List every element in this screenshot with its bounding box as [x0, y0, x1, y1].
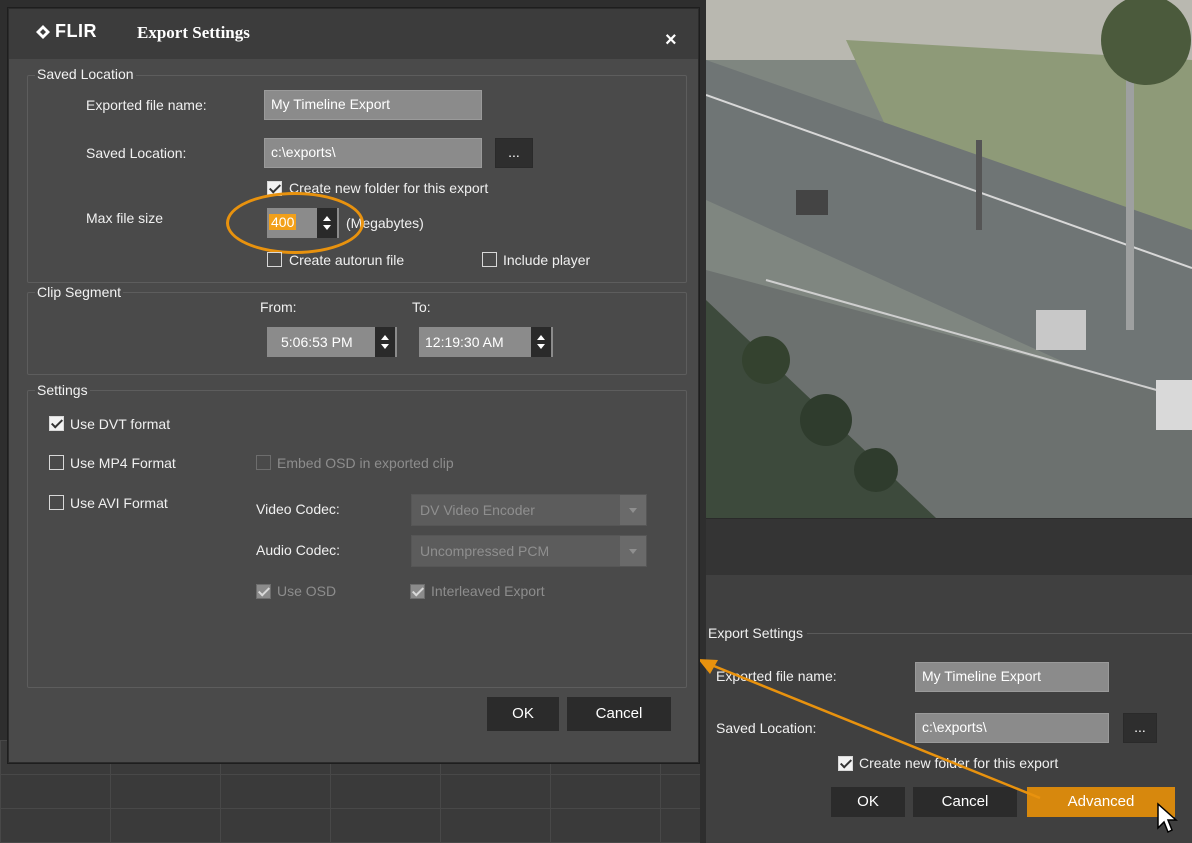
create-autorun-checkbox[interactable]: [267, 252, 282, 267]
dialog-title: Export Settings: [137, 23, 250, 42]
saved-location-label: Saved Location:: [86, 145, 187, 161]
use-avi-checkbox[interactable]: [49, 495, 64, 510]
simple-browse-button[interactable]: ...: [1123, 713, 1157, 743]
video-codec-label: Video Codec:: [256, 501, 340, 517]
video-codec-dropdown[interactable]: DV Video Encoder: [411, 494, 647, 526]
flir-logo: FLIR: [35, 21, 97, 42]
panel-header-bar: [706, 518, 1192, 575]
annotation-arrow-icon: [698, 659, 1041, 800]
from-time-value[interactable]: 5:06:53 PM: [281, 334, 353, 350]
from-label: From:: [260, 299, 297, 315]
include-player-checkbox[interactable]: [482, 252, 497, 267]
spinner-down-icon[interactable]: [381, 344, 389, 349]
use-mp4-checkbox[interactable]: [49, 455, 64, 470]
ok-button[interactable]: OK: [487, 697, 559, 731]
camera-video-feed: [706, 0, 1192, 518]
use-mp4-label: Use MP4 Format: [70, 455, 176, 471]
audio-codec-dropdown[interactable]: Uncompressed PCM: [411, 535, 647, 567]
flir-logo-text: FLIR: [55, 21, 97, 41]
from-time-spinner[interactable]: 5:06:53 PM: [267, 327, 397, 357]
use-osd-label: Use OSD: [277, 583, 337, 599]
interleaved-export-label: Interleaved Export: [431, 583, 545, 599]
browse-button[interactable]: ...: [495, 138, 533, 168]
dropdown-arrow-icon[interactable]: [620, 536, 646, 566]
to-time-spin-buttons[interactable]: [531, 327, 551, 357]
spinner-down-icon[interactable]: [537, 344, 545, 349]
file-name-input[interactable]: My Timeline Export: [264, 90, 482, 120]
to-time-spinner[interactable]: 12:19:30 AM: [419, 327, 553, 357]
from-time-spin-buttons[interactable]: [375, 327, 395, 357]
use-osd-checkbox[interactable]: [256, 584, 271, 599]
clip-segment-legend: Clip Segment: [35, 284, 124, 300]
camera-scene-image: [706, 0, 1192, 518]
saved-location-legend: Saved Location: [35, 66, 136, 82]
create-autorun-label: Create autorun file: [289, 252, 405, 268]
dropdown-arrow-icon[interactable]: [620, 495, 646, 525]
include-player-label: Include player: [503, 252, 591, 268]
mouse-cursor-icon: [1157, 802, 1178, 834]
to-label: To:: [412, 299, 431, 315]
audio-codec-value: Uncompressed PCM: [420, 543, 550, 559]
interleaved-export-checkbox[interactable]: [410, 584, 425, 599]
cancel-button[interactable]: Cancel: [567, 697, 671, 731]
settings-legend: Settings: [35, 382, 90, 398]
spinner-up-icon[interactable]: [537, 335, 545, 340]
use-dvt-label: Use DVT format: [70, 416, 171, 432]
use-dvt-checkbox[interactable]: [49, 416, 64, 431]
spinner-up-icon[interactable]: [381, 335, 389, 340]
annotation-highlight-ring: [226, 192, 364, 254]
embed-osd-label: Embed OSD in exported clip: [277, 455, 454, 471]
use-avi-label: Use AVI Format: [70, 495, 168, 511]
saved-location-input[interactable]: c:\exports\: [264, 138, 482, 168]
export-settings-dialog: FLIR Export Settings × Saved Location Ex…: [8, 8, 699, 763]
close-icon[interactable]: ×: [665, 29, 677, 52]
dialog-titlebar: [9, 9, 698, 59]
simple-panel-title: Export Settings: [708, 625, 807, 641]
max-file-size-label: Max file size: [86, 210, 164, 226]
audio-codec-label: Audio Codec:: [256, 542, 341, 558]
flir-logo-icon: [36, 24, 50, 39]
to-time-value[interactable]: 12:19:30 AM: [425, 334, 504, 350]
file-name-label: Exported file name:: [86, 97, 207, 113]
video-codec-value: DV Video Encoder: [420, 502, 535, 518]
embed-osd-checkbox[interactable]: [256, 455, 271, 470]
